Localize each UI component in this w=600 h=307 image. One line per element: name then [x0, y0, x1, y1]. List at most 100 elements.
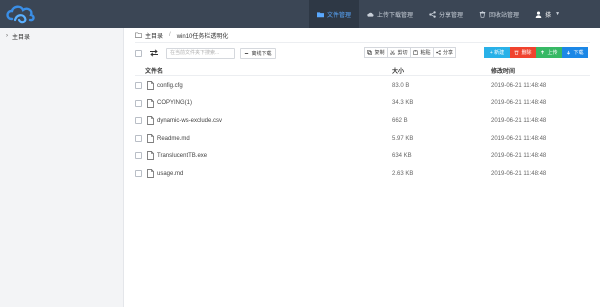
delete-button[interactable]: 删除	[510, 47, 536, 58]
button-label: 剪切	[397, 50, 408, 56]
file-modified-time: 2019-06-21 11:48:48	[491, 135, 547, 142]
row-checkbox[interactable]	[135, 117, 142, 125]
cut-button[interactable]: 剪切	[387, 47, 410, 58]
nav-file-management[interactable]: 文件管理	[309, 0, 360, 28]
nav-label: 分享管理	[439, 12, 464, 19]
copy-button[interactable]: 复制	[364, 47, 387, 58]
file-list: config.cfg 83.0 B 2019-06-21 11:48:48 CO…	[135, 77, 590, 183]
file-icon	[147, 151, 154, 161]
copy-icon	[367, 50, 373, 55]
trash-icon	[514, 50, 520, 55]
breadcrumb-separator: /	[169, 32, 171, 38]
file-size: 2.63 KB	[392, 170, 414, 177]
file-name[interactable]: dynamic-ws-exclude.csv	[157, 118, 222, 124]
file-modified-time: 2019-06-21 11:48:48	[491, 170, 547, 177]
row-checkbox[interactable]	[135, 169, 142, 177]
file-size: 34.3 KB	[392, 100, 414, 107]
file-size: 83.0 B	[392, 82, 410, 89]
file-icon	[147, 133, 154, 143]
file-icon	[147, 81, 154, 90]
file-name[interactable]: COPYING(1)	[157, 100, 192, 106]
chevron-down-icon: ▼	[555, 11, 561, 17]
main-content: 主目录 / win10任务栏透明化 离线下载 复制 剪切 粘贴	[125, 28, 600, 307]
upload-button[interactable]: 上传	[536, 47, 562, 58]
logo-icon[interactable]	[4, 3, 38, 25]
cut-icon	[390, 50, 396, 55]
share-icon	[436, 50, 441, 55]
file-name[interactable]: Readme.md	[157, 136, 190, 142]
button-label: 复制	[374, 50, 385, 56]
file-modified-time: 2019-06-21 11:48:48	[491, 153, 547, 160]
row-checkbox[interactable]	[135, 99, 142, 107]
toolbar: 离线下载 复制 剪切 粘贴 分享 + 新建	[135, 46, 590, 60]
swap-view-icon[interactable]	[149, 49, 159, 57]
nav-share-management[interactable]: 分享管理	[421, 0, 471, 28]
offline-download-button[interactable]: 离线下载	[240, 47, 276, 59]
file-name[interactable]: TranslucentTB.exe	[157, 153, 207, 159]
button-label: + 新建	[489, 50, 505, 56]
file-modified-time: 2019-06-21 11:48:48	[491, 117, 547, 124]
button-label: 分享	[442, 50, 453, 56]
search-input[interactable]	[166, 47, 235, 59]
nav-label: 上传下载管理	[377, 12, 414, 19]
nav-recycle-bin[interactable]: 回收站管理	[471, 0, 527, 28]
file-icon	[147, 98, 154, 108]
file-name[interactable]: config.cfg	[157, 83, 183, 89]
top-navbar: 文件管理 上传下载管理 分享管理 回收站管理 搽 ▼	[0, 0, 600, 28]
paste-icon	[413, 50, 419, 55]
row-checkbox[interactable]	[135, 82, 142, 89]
new-button[interactable]: + 新建	[484, 47, 510, 58]
main-nav: 文件管理 上传下载管理 分享管理 回收站管理 搽 ▼	[309, 0, 568, 28]
table-row[interactable]: TranslucentTB.exe 634 KB 2019-06-21 11:4…	[135, 147, 590, 165]
trash-icon	[479, 10, 486, 18]
column-header-size[interactable]: 大小	[392, 66, 404, 75]
sidebar: › 主目录	[0, 28, 124, 307]
user-menu[interactable]: 搽 ▼	[527, 0, 568, 28]
column-header-time[interactable]: 修改时间	[491, 66, 515, 75]
file-modified-time: 2019-06-21 11:48:48	[491, 82, 547, 89]
breadcrumb: 主目录 / win10任务栏透明化	[135, 28, 590, 43]
nav-transfer-management[interactable]: 上传下载管理	[359, 0, 421, 28]
select-all-checkbox[interactable]	[135, 49, 142, 57]
button-label: 下载	[573, 50, 584, 56]
column-header-name[interactable]: 文件名	[145, 66, 163, 75]
chevron-right-icon: ›	[6, 33, 8, 39]
file-size: 5.97 KB	[392, 135, 414, 142]
download-button[interactable]: 下载	[562, 47, 588, 58]
table-row[interactable]: config.cfg 83.0 B 2019-06-21 11:48:48	[135, 77, 590, 95]
button-label: 上传	[547, 50, 558, 56]
breadcrumb-root[interactable]: 主目录	[145, 31, 163, 40]
button-label: 粘贴	[420, 50, 431, 56]
edit-button-group: 复制 剪切 粘贴 分享	[364, 47, 456, 58]
table-row[interactable]: COPYING(1) 34.3 KB 2019-06-21 11:48:48	[135, 95, 590, 113]
file-name[interactable]: usage.md	[157, 171, 183, 177]
upload-icon	[541, 50, 545, 55]
user-icon	[535, 11, 542, 18]
file-icon	[147, 116, 154, 126]
action-button-group: + 新建 删除 上传 下载	[484, 47, 588, 58]
share-icon	[429, 10, 436, 18]
row-checkbox[interactable]	[135, 152, 142, 160]
cloud-icon	[367, 12, 374, 17]
nav-label: 回收站管理	[489, 12, 520, 19]
sidebar-item-home[interactable]: › 主目录	[0, 28, 123, 44]
file-icon	[147, 169, 154, 178]
link-icon	[245, 52, 249, 54]
file-modified-time: 2019-06-21 11:48:48	[491, 100, 547, 107]
table-row[interactable]: dynamic-ws-exclude.csv 662 B 2019-06-21 …	[135, 112, 590, 130]
button-label: 删除	[521, 50, 532, 56]
sidebar-item-label: 主目录	[12, 34, 31, 41]
download-icon	[567, 50, 571, 55]
share-button[interactable]: 分享	[433, 47, 456, 58]
row-checkbox[interactable]	[135, 134, 142, 142]
paste-button[interactable]: 粘贴	[410, 47, 433, 58]
table-row[interactable]: usage.md 2.63 KB 2019-06-21 11:48:48	[135, 165, 590, 183]
user-name: 搽	[545, 12, 552, 19]
breadcrumb-current: win10任务栏透明化	[176, 33, 229, 40]
file-size: 662 B	[392, 117, 408, 124]
table-row[interactable]: Readme.md 5.97 KB 2019-06-21 11:48:48	[135, 130, 590, 148]
nav-label: 文件管理	[327, 12, 352, 19]
folder-icon	[317, 11, 324, 17]
table-header: 文件名 大小 修改时间	[135, 66, 590, 76]
button-label: 离线下载	[251, 50, 272, 57]
